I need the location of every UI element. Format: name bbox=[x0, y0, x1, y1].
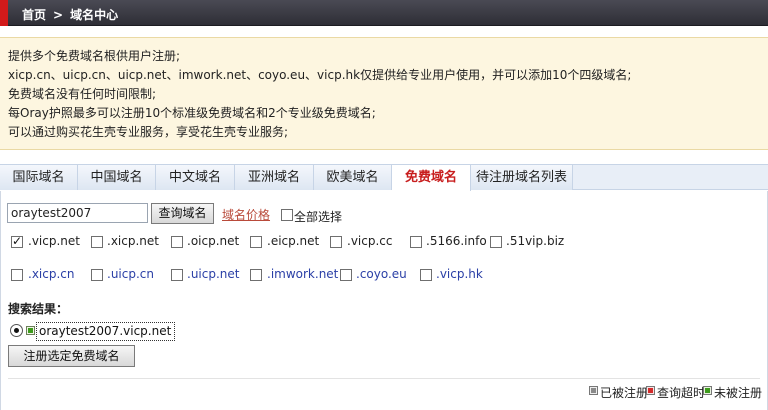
suffix-checkbox-imwork-net[interactable] bbox=[250, 269, 262, 281]
legend-registered: 已被注册 bbox=[600, 386, 649, 400]
notice-box: 提供多个免费域名根供用户注册; xicp.cn、uicp.cn、uicp.net… bbox=[0, 37, 768, 150]
tab-pending-list[interactable]: 待注册域名列表 bbox=[471, 165, 573, 190]
suffix-checkbox-vicp-cc[interactable] bbox=[330, 236, 342, 248]
suffix-label: .coyo.eu bbox=[356, 267, 407, 281]
divider bbox=[8, 378, 760, 379]
notice-line: 每Oray护照最多可以注册10个标准级免费域名和2个专业级免费域名; bbox=[8, 106, 376, 120]
suffix-label: .vicp.hk bbox=[436, 267, 483, 281]
unregistered-legend-icon bbox=[703, 386, 712, 395]
tab-china[interactable]: 中国域名 bbox=[78, 165, 156, 190]
tab-free-domain[interactable]: 免费域名 bbox=[392, 165, 471, 191]
suffix-checkbox-xicp-net[interactable] bbox=[91, 236, 103, 248]
suffix-checkbox-5166-info[interactable] bbox=[410, 236, 422, 248]
accent-marker bbox=[0, 0, 8, 26]
suffix-label: .uicp.net bbox=[187, 267, 240, 281]
suffix-label: .xicp.net bbox=[107, 234, 159, 248]
suffix-checkbox-xicp-cn[interactable] bbox=[11, 269, 23, 281]
notice-line: xicp.cn、uicp.cn、uicp.net、imwork.net、coyo… bbox=[8, 68, 632, 82]
breadcrumb: 首页 > 域名中心 bbox=[22, 6, 118, 23]
registered-legend-fill bbox=[591, 388, 596, 393]
suffix-checkbox-eicp-net[interactable] bbox=[250, 236, 262, 248]
check-mark-icon: ✓ bbox=[12, 234, 23, 248]
tab-international[interactable]: 国际域名 bbox=[0, 165, 78, 190]
domain-price-link[interactable]: 域名价格 bbox=[222, 206, 270, 223]
tab-chinese[interactable]: 中文域名 bbox=[156, 165, 235, 190]
registered-legend-icon bbox=[589, 386, 598, 395]
notice-line: 可以通过购买花生壳专业服务，享受花生壳专业服务; bbox=[8, 125, 289, 139]
timeout-legend-icon bbox=[646, 386, 655, 395]
suffix-checkbox-uicp-cn[interactable] bbox=[91, 269, 103, 281]
breadcrumb-current: 域名中心 bbox=[70, 8, 119, 22]
top-bar: 首页 > 域名中心 bbox=[0, 0, 768, 26]
suffix-label: .vicp.net bbox=[28, 234, 80, 248]
register-selected-button[interactable]: 注册选定免费域名 bbox=[8, 345, 135, 367]
available-icon bbox=[26, 326, 35, 335]
suffix-label: .xicp.cn bbox=[28, 267, 75, 281]
unregistered-legend-fill bbox=[705, 388, 710, 393]
tab-asia[interactable]: 亚洲域名 bbox=[235, 165, 314, 190]
select-all-checkbox[interactable] bbox=[281, 209, 293, 221]
timeout-legend-fill bbox=[648, 388, 653, 393]
available-icon-fill bbox=[28, 328, 33, 333]
tab-europe-america[interactable]: 欧美域名 bbox=[314, 165, 392, 190]
breadcrumb-separator: > bbox=[53, 8, 64, 22]
suffix-checkbox-vicp-net[interactable]: ✓ bbox=[11, 234, 23, 248]
notice-line: 免费域名没有任何时间限制; bbox=[8, 87, 157, 101]
domain-search-input[interactable] bbox=[7, 203, 148, 223]
suffix-label: .5166.info bbox=[426, 234, 487, 248]
suffix-label: .vicp.cc bbox=[347, 234, 393, 248]
suffix-checkbox-coyo-eu[interactable] bbox=[340, 269, 352, 281]
breadcrumb-home-link[interactable]: 首页 bbox=[22, 8, 46, 22]
suffix-checkbox-uicp-net[interactable] bbox=[171, 269, 183, 281]
suffix-checkbox-oicp-net[interactable] bbox=[171, 236, 183, 248]
suffix-label: .uicp.cn bbox=[107, 267, 154, 281]
query-domain-button[interactable]: 查询域名 bbox=[151, 203, 214, 224]
suffix-checkbox-51vip-biz[interactable] bbox=[490, 236, 502, 248]
suffix-label: .imwork.net bbox=[267, 267, 339, 281]
suffix-label: .oicp.net bbox=[187, 234, 240, 248]
radio-dot bbox=[14, 328, 19, 333]
select-all-label: 全部选择 bbox=[294, 210, 343, 224]
notice-line: 提供多个免费域名根供用户注册; bbox=[8, 49, 181, 63]
legend-timeout: 查询超时 bbox=[657, 386, 706, 400]
suffix-label: .51vip.biz bbox=[506, 234, 565, 248]
search-results-title: 搜索结果： bbox=[8, 302, 69, 316]
result-domain[interactable]: oraytest2007.vicp.net bbox=[36, 322, 176, 341]
result-radio[interactable] bbox=[10, 324, 23, 337]
suffix-checkbox-vicp-hk[interactable] bbox=[420, 269, 432, 281]
legend-unregistered: 未被注册 bbox=[714, 386, 763, 400]
domain-tabs: 国际域名 中国域名 中文域名 亚洲域名 欧美域名 免费域名 待注册域名列表 bbox=[0, 164, 768, 191]
suffix-label: .eicp.net bbox=[267, 234, 320, 248]
